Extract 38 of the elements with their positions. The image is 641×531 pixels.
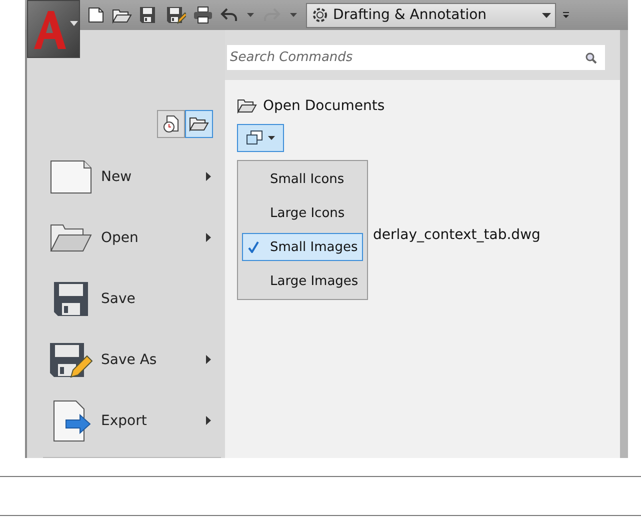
saveas-menu-item[interactable]: Save As <box>27 329 225 390</box>
submenu-arrow-icon <box>206 355 211 364</box>
recent-document-icon <box>162 115 180 133</box>
windows-icon <box>246 130 264 146</box>
letter-logo-icon <box>32 9 68 49</box>
submenu-arrow-icon <box>206 233 211 242</box>
folder-icon <box>50 222 92 252</box>
workspace-dropdown[interactable]: Drafting & Annotation <box>306 2 556 28</box>
caret-icon <box>542 12 551 18</box>
section-heading: Open Documents <box>263 98 385 114</box>
floppy-disk-pencil-icon <box>49 342 93 378</box>
view-menu-item[interactable]: Large Icons <box>242 199 363 227</box>
open-menu-item[interactable]: Open <box>27 207 225 268</box>
blank-page-icon <box>50 160 92 194</box>
submenu-arrow-icon <box>206 416 211 425</box>
caret-icon <box>268 136 275 140</box>
caret-icon[interactable] <box>563 12 569 18</box>
caret-icon[interactable] <box>247 13 254 17</box>
open-documents-button[interactable] <box>185 110 213 138</box>
view-menu-item[interactable]: Small Images <box>242 233 363 261</box>
search-icon <box>585 52 597 64</box>
caret-icon <box>70 21 78 26</box>
folder-icon <box>189 116 209 132</box>
export-menu-item[interactable]: Export <box>27 390 225 451</box>
file-name[interactable]: derlay_context_tab.dwg <box>373 227 540 243</box>
checkmark-icon <box>248 241 259 253</box>
search-field[interactable]: Search Commands <box>227 45 581 70</box>
view-menu-item[interactable]: Small Icons <box>242 165 363 193</box>
search-button[interactable] <box>581 45 605 70</box>
view-options-button[interactable] <box>237 124 284 152</box>
submenu-arrow-icon <box>206 172 211 181</box>
gear-icon <box>311 6 329 24</box>
recent-documents-button[interactable] <box>157 110 185 138</box>
caret-icon[interactable] <box>290 13 297 17</box>
new-menu-item[interactable]: New <box>27 146 225 207</box>
save-menu-item[interactable]: Save <box>27 268 225 329</box>
view-menu-item[interactable]: Large Images <box>242 267 363 295</box>
folder-icon <box>237 98 257 114</box>
